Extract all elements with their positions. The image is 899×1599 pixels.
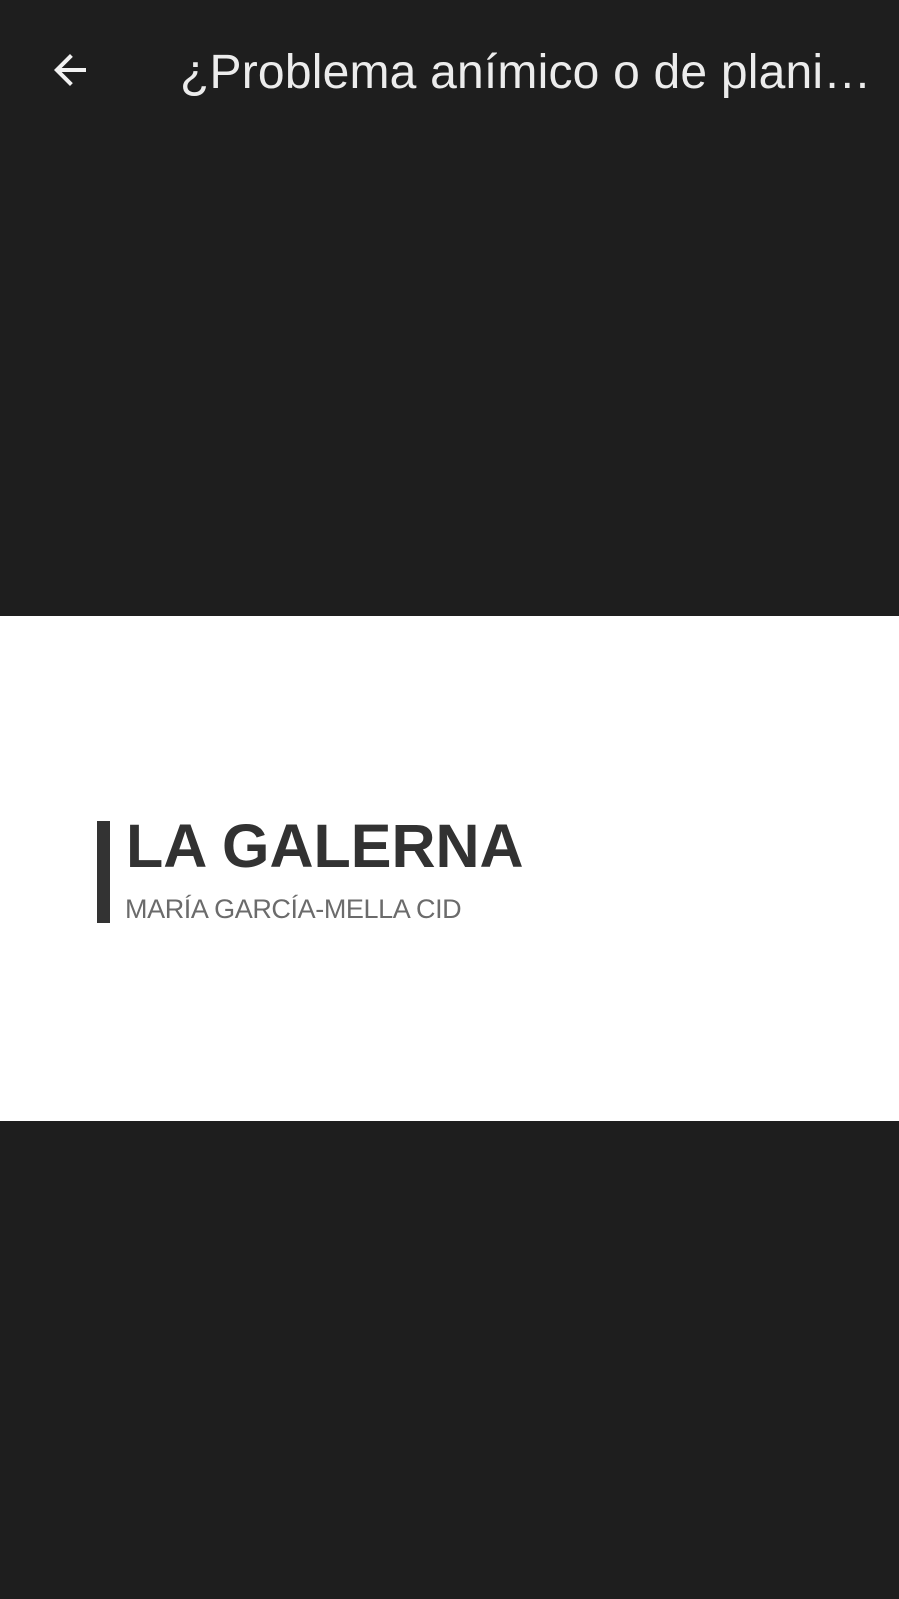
arrow-left-icon: [54, 54, 86, 86]
brand-subtitle: MARÍA GARCÍA-MELLA CID: [125, 894, 462, 924]
page-title: ¿Problema anímico o de plani…: [180, 46, 872, 99]
top-app-bar: ¿Problema anímico o de plani…: [0, 0, 899, 140]
back-button[interactable]: [30, 30, 110, 110]
image-viewer-screen: ¿Problema anímico o de plani… LA GALERNA…: [0, 0, 899, 1599]
logo-accent-bar: [97, 821, 110, 923]
brand-title: LA GALERNA: [126, 812, 524, 880]
